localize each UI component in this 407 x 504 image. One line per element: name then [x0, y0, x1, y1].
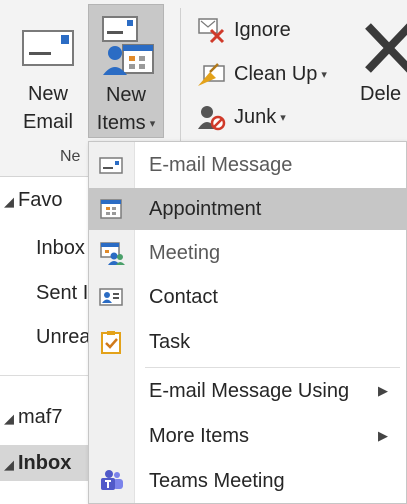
folder-pane: ◢ Favo Inbox Sent I Unrea ◢ maf7 ◢ Inbox: [0, 177, 90, 504]
menu-item-label: Appointment: [149, 198, 262, 220]
nav-divider: [0, 375, 90, 376]
submenu-arrow-icon: ▶: [378, 428, 388, 443]
new-email-label-line1: New: [27, 83, 68, 105]
collapse-triangle-icon: ◢: [4, 411, 14, 426]
new-items-icon: [102, 16, 154, 75]
delete-button[interactable]: Dele: [356, 4, 407, 138]
nav-inbox-selected-label: Inbox: [18, 452, 72, 474]
junk-icon: [198, 106, 226, 131]
menu-item-email-message-using[interactable]: E-mail Message Using ▶: [89, 370, 406, 412]
chevron-down-icon: ▾: [149, 117, 156, 130]
new-email-label-line2: Email: [22, 111, 73, 133]
clean-up-icon: [198, 63, 225, 86]
ignore-icon: [198, 18, 225, 44]
new-items-label-line1: New: [105, 84, 146, 106]
new-items-button[interactable]: New Items ▾: [88, 4, 164, 138]
submenu-arrow-icon: ▶: [378, 383, 388, 398]
menu-item-label: Teams Meeting: [149, 470, 285, 492]
task-icon: [101, 331, 121, 354]
nav-account-label: maf7: [18, 406, 63, 428]
new-items-menu: E-mail Message Appointment Meeting Conta…: [88, 141, 407, 504]
chevron-down-icon: ▾: [321, 68, 327, 81]
collapse-triangle-icon: ◢: [4, 194, 14, 209]
menu-item-contact[interactable]: Contact: [89, 276, 406, 318]
chevron-down-icon: ▾: [280, 111, 286, 124]
contact-icon: [99, 288, 123, 306]
nav-item-unread[interactable]: Unrea: [0, 322, 90, 352]
menu-item-label: Contact: [149, 286, 218, 308]
email-message-icon: [99, 157, 123, 174]
new-items-label-line2: Items: [96, 112, 146, 134]
delete-icon: [365, 23, 407, 73]
new-email-button[interactable]: New Email: [8, 4, 88, 138]
nav-favorites-label: Favo: [18, 189, 63, 211]
nav-item-inbox-label: Inbox: [36, 237, 85, 259]
collapse-triangle-icon: ◢: [4, 457, 14, 472]
meeting-icon: [100, 242, 125, 265]
menu-item-task[interactable]: Task: [89, 321, 406, 363]
nav-item-inbox-selected[interactable]: ◢ Inbox: [0, 445, 90, 481]
menu-item-more-items[interactable]: More Items ▶: [89, 415, 406, 457]
menu-item-label: More Items: [149, 425, 250, 447]
nav-item-sent[interactable]: Sent I: [0, 278, 90, 308]
menu-separator: [145, 367, 400, 368]
junk-label: Junk: [234, 106, 277, 128]
menu-item-label: E-mail Message: [149, 154, 293, 176]
teams-icon: [101, 470, 123, 490]
menu-item-label: E-mail Message Using: [149, 380, 350, 402]
menu-item-email-message[interactable]: E-mail Message: [89, 144, 406, 186]
menu-item-label: Task: [149, 331, 191, 353]
group-label-new: Ne: [60, 148, 81, 165]
menu-item-meeting[interactable]: Meeting: [89, 232, 406, 274]
menu-item-appointment[interactable]: Appointment: [89, 188, 406, 230]
nav-favorites[interactable]: ◢ Favo: [0, 185, 90, 215]
ignore-label: Ignore: [234, 19, 291, 41]
nav-account[interactable]: ◢ maf7: [0, 402, 90, 432]
delete-label: Dele: [360, 83, 402, 105]
clean-up-label: Clean Up: [234, 63, 318, 85]
nav-item-inbox[interactable]: Inbox: [0, 233, 90, 263]
new-email-icon: [22, 30, 74, 66]
nav-item-sent-label: Sent I: [36, 282, 89, 304]
appointment-icon: [100, 199, 122, 219]
menu-item-teams-meeting[interactable]: Teams Meeting: [89, 460, 406, 502]
menu-item-label: Meeting: [149, 242, 221, 264]
nav-item-unread-label: Unrea: [36, 326, 90, 348]
